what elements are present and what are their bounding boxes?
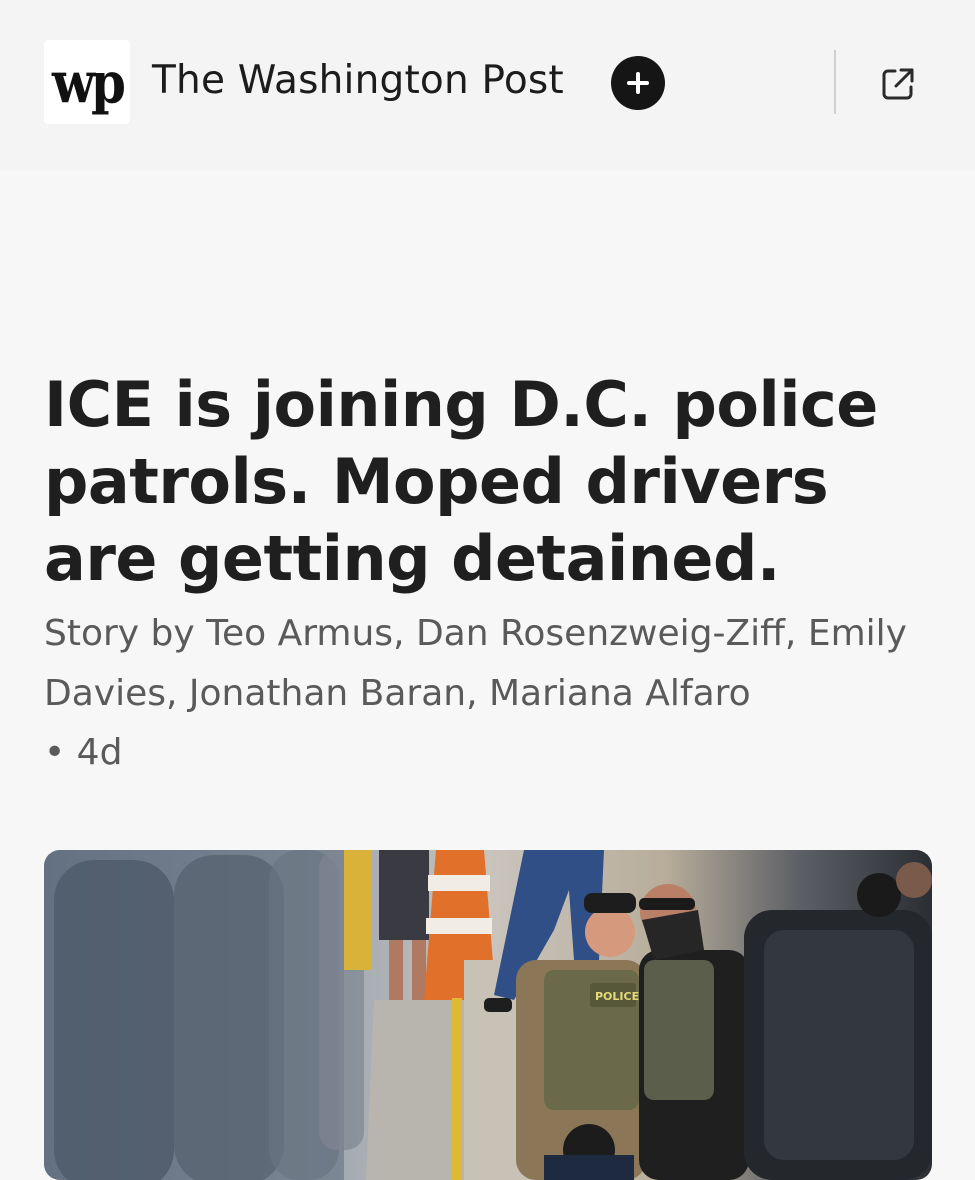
- external-link-icon: [882, 68, 914, 100]
- article-age: • 4d: [44, 732, 123, 773]
- open-external-button[interactable]: [870, 56, 926, 112]
- follow-button[interactable]: [611, 56, 665, 110]
- publication-name[interactable]: The Washington Post: [152, 58, 564, 103]
- vest-label: POLICE: [595, 990, 639, 1003]
- hero-photo: POLICE: [44, 850, 932, 1180]
- header-divider: [834, 50, 836, 114]
- publisher-header: wp The Washington Post: [0, 0, 975, 170]
- article-byline: Story by Teo Armus, Dan Rosenzweig-Ziff,…: [44, 613, 907, 714]
- plus-icon: [627, 72, 649, 94]
- logo-text: wp: [51, 48, 126, 116]
- article-hero-image[interactable]: POLICE: [44, 850, 932, 1180]
- washington-post-logo[interactable]: wp: [44, 40, 130, 124]
- article-headline[interactable]: ICE is joining D.C. police patrols. Mope…: [44, 366, 944, 597]
